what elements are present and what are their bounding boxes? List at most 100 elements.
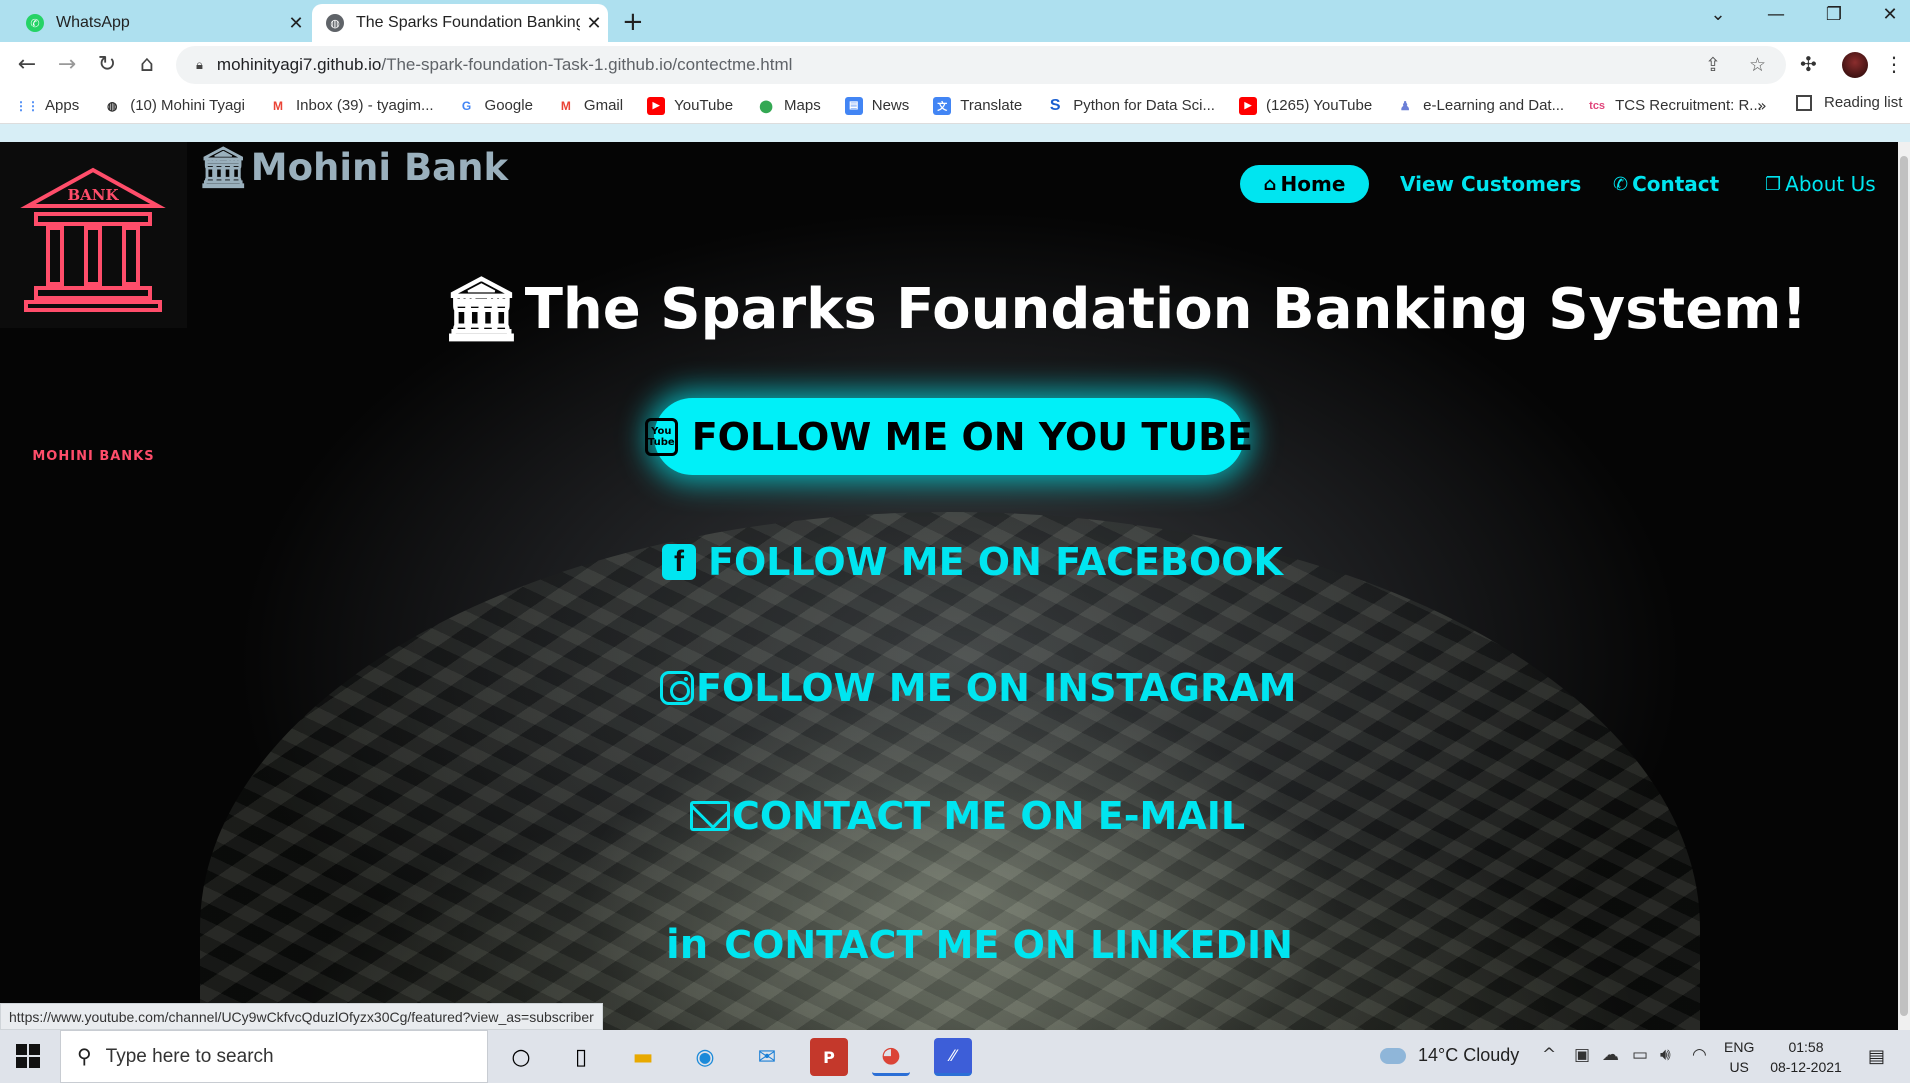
app-icon[interactable]: ⁄⁄ [934,1038,972,1076]
tab-search-icon[interactable]: ⌄ [1698,4,1738,25]
bookmark-elearning[interactable]: ♟ e-Learning and Dat... [1396,97,1564,115]
gmail-icon: M [560,98,571,113]
language-code: ENG [1724,1039,1755,1055]
copy-icon: ❐ [1765,173,1782,195]
nav-home-label: Home [1280,172,1346,196]
wifi-icon[interactable]: ◠ [1692,1045,1707,1065]
more-bookmarks-button[interactable]: » [1757,96,1767,115]
file-explorer-icon[interactable]: ▬ [624,1038,662,1076]
reading-list-label: Reading list [1824,94,1903,111]
linkedin-contact-link[interactable]: in CONTACT ME ON LINKEDIN [666,922,1293,968]
close-tab-icon[interactable]: ✕ [282,13,310,34]
url-path: /The-spark-foundation-Task-1.github.io/c… [381,55,793,74]
nav-contact[interactable]: ✆ Contact [1613,165,1719,203]
nav-about-us[interactable]: ❐ About Us [1765,165,1876,203]
reading-list-button[interactable]: Reading list [1796,94,1902,111]
restore-icon[interactable]: ❐ [1814,4,1854,25]
s-icon: S [1049,96,1061,114]
page-scrollbar[interactable] [1898,142,1910,1030]
nav-view-customers[interactable]: View Customers [1400,165,1581,203]
home-icon[interactable]: ⌂ [132,52,162,77]
bookmark-youtube[interactable]: ▶ YouTube [647,96,734,115]
menu-icon[interactable]: ⋮ [1884,52,1904,76]
elearning-icon: ♟ [1399,98,1411,113]
profile-avatar[interactable] [1842,52,1868,78]
envelope-icon [690,801,730,831]
task-view-icon[interactable]: ▯ [562,1038,600,1076]
onedrive-icon[interactable]: ☁ [1602,1045,1619,1065]
bookmark-mohini-tyagi[interactable]: ◍ (10) Mohini Tyagi [103,97,245,115]
email-contact-link[interactable]: CONTACT ME ON E-MAIL [690,794,1245,838]
bookmark-news[interactable]: ▤ News [844,96,909,115]
news-icon: ▤ [844,96,863,115]
meet-icon[interactable]: ▣ [1574,1045,1590,1065]
bookmark-translate[interactable]: 文 Translate [933,96,1022,115]
new-tab-button[interactable]: + [622,7,644,37]
nav-about-label: About Us [1785,172,1876,196]
volume-icon[interactable]: 🔊︎ [1660,1045,1671,1065]
browser-toolbar: ← → ↻ ⌂ 🔒︎ mohinityagi7.github.io /The-s… [0,42,1910,88]
chevron-up-icon[interactable]: ^ [1542,1045,1556,1065]
windows-start-icon[interactable] [16,1044,40,1068]
bookmark-maps[interactable]: ⬤ Maps [757,97,820,115]
language-indicator[interactable]: ENG US [1724,1037,1754,1077]
bookmark-python[interactable]: S Python for Data Sci... [1046,97,1215,115]
globe-icon: ◍ [106,98,118,113]
reading-list-icon [1796,94,1812,111]
instagram-follow-link[interactable]: FOLLOW ME ON INSTAGRAM [660,666,1297,710]
brand-title[interactable]: 🏛︎ Mohini Bank [198,144,508,191]
close-tab-icon[interactable]: ✕ [580,13,608,34]
taskbar-search-input[interactable]: ⚲ Type here to search [60,1030,488,1083]
facebook-icon: f [662,544,696,580]
clock-date: 08-12-2021 [1770,1059,1842,1075]
clock-time: 01:58 [1788,1039,1824,1055]
apps-grid-icon: ⋮⋮ [15,98,39,113]
address-bar[interactable]: 🔒︎ mohinityagi7.github.io /The-spark-fou… [176,46,1786,84]
tab-title: WhatsApp [56,14,130,31]
taskbar-clock[interactable]: 01:58 08-12-2021 [1766,1037,1846,1077]
whatsapp-icon: ✆ [26,14,44,32]
tab-whatsapp[interactable]: ✆ WhatsApp ✕ [10,4,310,42]
youtube-follow-button[interactable]: You Tube FOLLOW ME ON YOU TUBE [644,398,1253,475]
weather-widget[interactable]: 14°C Cloudy [1380,1045,1519,1066]
battery-icon[interactable]: ▭ [1632,1045,1648,1065]
back-icon[interactable]: ← [12,52,42,77]
bookmark-label: (1265) YouTube [1265,97,1373,114]
extensions-icon[interactable]: ✣ [1800,52,1817,76]
nav-contact-label: Contact [1632,172,1720,196]
forward-icon[interactable]: → [52,52,82,77]
logo-caption: MOHINI BANKS [32,449,155,464]
youtube-icon-top: You [651,425,672,437]
bookmark-gmail[interactable]: M Gmail [557,97,623,115]
minimize-icon[interactable]: — [1756,4,1796,25]
bookmark-label: Google [484,97,533,114]
bookmark-youtube-1265[interactable]: ▶ (1265) YouTube [1238,96,1373,115]
instagram-follow-label: FOLLOW ME ON INSTAGRAM [696,666,1297,710]
bookmark-apps[interactable]: ⋮⋮ Apps [15,97,79,115]
mail-icon[interactable]: ✉ [748,1038,786,1076]
bank-logo[interactable]: BANK MOHINI BANKS [0,142,187,464]
bookmarks-bar: ⋮⋮ Apps ◍ (10) Mohini Tyagi M Inbox (39) - … [0,88,1910,124]
powerpoint-icon[interactable]: P [810,1038,848,1076]
notifications-icon[interactable]: ▤ [1868,1046,1885,1067]
share-icon[interactable]: ⇪ [1705,54,1721,77]
nav-home[interactable]: ⌂ Home [1240,165,1369,203]
close-window-icon[interactable]: ✕ [1870,4,1910,25]
chrome-icon[interactable]: ◕ [872,1038,910,1076]
bookmark-google[interactable]: G Google [458,97,533,115]
bookmark-label: YouTube [674,97,734,114]
reload-icon[interactable]: ↻ [92,52,122,77]
bookmark-inbox[interactable]: M Inbox (39) - tyagim... [269,97,434,115]
cortana-icon[interactable]: ○ [502,1038,540,1076]
tab-sparks-foundation[interactable]: ◍ The Sparks Foundation Banking S ✕ [312,4,608,42]
linkedin-contact-label: CONTACT ME ON LINKEDIN [724,923,1293,967]
keyboard-region: US [1729,1059,1749,1075]
facebook-follow-label: FOLLOW ME ON FACEBOOK [708,540,1283,584]
brand-name: Mohini Bank [250,146,509,189]
linkedin-icon: in [666,922,709,968]
edge-icon[interactable]: ◉ [686,1038,724,1076]
facebook-follow-link[interactable]: f FOLLOW ME ON FACEBOOK [662,540,1283,584]
scrollbar-thumb[interactable] [1900,156,1908,1016]
bookmark-tcs[interactable]: tcs TCS Recruitment: R... [1588,97,1762,115]
bookmark-star-icon[interactable]: ☆ [1749,54,1766,77]
